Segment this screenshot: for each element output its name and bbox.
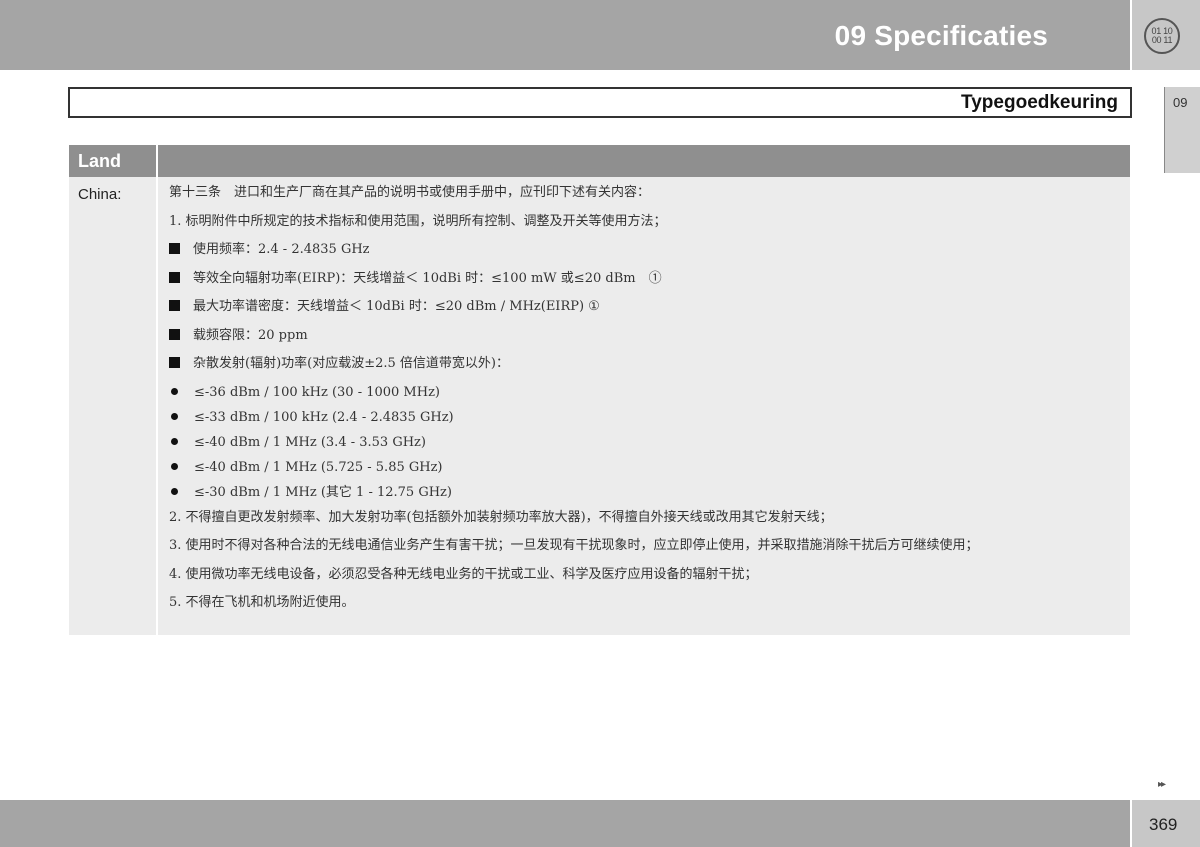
regulation-line: ≤-36 dBm / 100 kHz (30 - 1000 MHz) [169,384,1122,402]
line-text: 1. 标明附件中所规定的技术指标和使用范围，说明所有控制、调整及开关等使用方法； [169,213,667,229]
column-header-details [158,145,1130,177]
header-tab: 01 10 00 11 [1132,0,1200,70]
regulation-line: 杂散发射(辐射)功率(对应载波±2.5 倍信道带宽以外)： [169,355,1122,373]
line-text: ≤-36 dBm / 100 kHz (30 - 1000 MHz) [194,384,441,400]
regulation-line: 载频容限：20 ppm [169,327,1122,345]
regulation-line: 5. 不得在飞机和机场附近使用。 [169,594,1122,612]
section-title-box: Typegoedkeuring [68,87,1132,118]
column-header-land: Land [69,145,158,177]
square-bullet-icon [169,328,180,340]
regulation-line: 最大功率谱密度：天线增益＜ 10dBi 时：≤20 dBm / MHz(EIRP… [169,298,1122,316]
approval-table: Land China: 第十三条 进口和生产厂商在其产品的说明书或使用手册中，应… [69,145,1130,635]
regulation-line: 2. 不得擅自更改发射频率、加大发射功率(包括额外加装射频功率放大器)，不得擅自… [169,509,1122,527]
round-bullet-icon [171,412,178,420]
round-bullet-icon [171,387,178,395]
table-row: China: 第十三条 进口和生产厂商在其产品的说明书或使用手册中，应刊印下述有… [69,177,1130,635]
line-text: 4. 使用微功率无线电设备，必须忍受各种无线电业务的干扰或工业、科学及医疗应用设… [169,566,758,582]
regulation-line: 使用频率：2.4 - 2.4835 GHz [169,241,1122,259]
square-bullet-icon [169,300,180,311]
regulation-line: 1. 标明附件中所规定的技术指标和使用范围，说明所有控制、调整及开关等使用方法； [169,213,1122,231]
line-text: 使用频率：2.4 - 2.4835 GHz [193,242,370,257]
continue-arrows-icon: ▸▸ [1158,779,1166,790]
regulation-text-cell: 第十三条 进口和生产厂商在其产品的说明书或使用手册中，应刊印下述有关内容： 1.… [158,177,1130,635]
line-text: ≤-33 dBm / 100 kHz (2.4 - 2.4835 GHz) [194,409,454,425]
regulation-line: 4. 使用微功率无线电设备，必须忍受各种无线电业务的干扰或工业、科学及医疗应用设… [169,566,1122,584]
regulation-line: 等效全向辐射功率(EIRP)：天线增益＜ 10dBi 时：≤100 mW 或≤2… [169,270,1122,288]
chapter-badge-icon: 01 10 00 11 [1144,18,1180,54]
footer-tab: 369 [1132,800,1200,847]
round-bullet-icon [171,462,178,470]
page-number: 369 [1149,815,1178,834]
side-tab-label: 09 [1173,95,1188,110]
line-text: ≤-40 dBm / 1 MHz (5.725 - 5.85 GHz) [194,459,443,475]
line-text: 等效全向辐射功率(EIRP)：天线增益＜ 10dBi 时：≤100 mW 或≤2… [193,270,662,286]
square-bullet-icon [169,271,180,283]
header-bar: 09 Specificaties [0,0,1130,70]
square-bullet-icon [169,357,180,368]
line-text: 载频容限：20 ppm [193,327,308,343]
line-text: 3. 使用时不得对各种合法的无线电通信业务产生有害干扰；一旦发现有干扰现象时，应… [169,538,979,553]
round-bullet-icon [171,437,178,445]
chapter-side-tab: 09 [1164,87,1200,173]
line-text: 杂散发射(辐射)功率(对应载波±2.5 倍信道带宽以外)： [193,356,509,371]
line-text: 2. 不得擅自更改发射频率、加大发射功率(包括额外加装射频功率放大器)，不得擅自… [169,509,833,525]
regulation-line: ≤-40 dBm / 1 MHz (3.4 - 3.53 GHz) [169,434,1122,452]
regulation-line: ≤-33 dBm / 100 kHz (2.4 - 2.4835 GHz) [169,409,1122,427]
line-text: 5. 不得在飞机和机场附近使用。 [169,595,355,610]
table-header-row: Land [69,145,1130,177]
square-bullet-icon [169,243,180,254]
regulation-line: ≤-40 dBm / 1 MHz (5.725 - 5.85 GHz) [169,459,1122,477]
line-text: ≤-30 dBm / 1 MHz (其它 1 - 12.75 GHz) [194,484,452,500]
line-text: 第十三条 进口和生产厂商在其产品的说明书或使用手册中，应刊印下述有关内容： [169,185,651,200]
chapter-title: 09 Specificaties [834,20,1048,51]
line-text: ≤-40 dBm / 1 MHz (3.4 - 3.53 GHz) [194,434,426,450]
round-bullet-icon [171,487,178,495]
regulation-line: ≤-30 dBm / 1 MHz (其它 1 - 12.75 GHz) [169,484,1122,502]
regulation-line: 第十三条 进口和生产厂商在其产品的说明书或使用手册中，应刊印下述有关内容： [169,184,1122,202]
line-text: 最大功率谱密度：天线增益＜ 10dBi 时：≤20 dBm / MHz(EIRP… [193,299,600,314]
footer-bar [0,800,1130,847]
regulation-line: 3. 使用时不得对各种合法的无线电通信业务产生有害干扰；一旦发现有干扰现象时，应… [169,537,1122,555]
country-cell: China: [69,177,158,635]
section-title: Typegoedkeuring [961,92,1118,113]
badge-bottom-text: 00 11 [1151,35,1173,45]
